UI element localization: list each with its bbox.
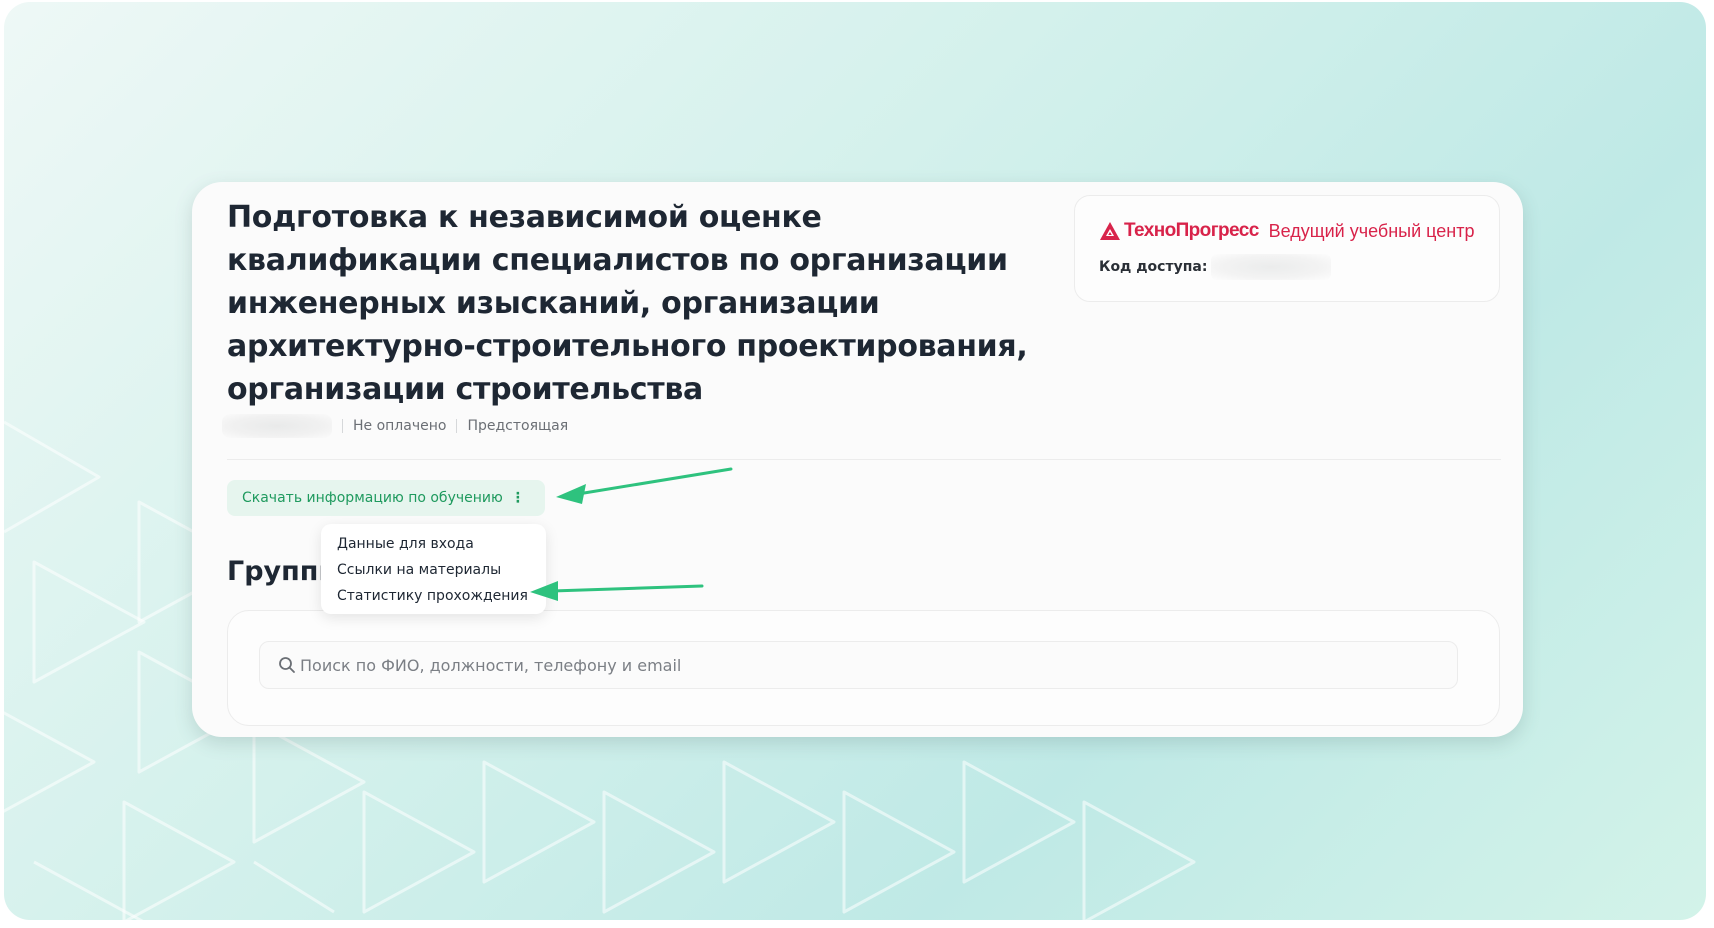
redacted-date (222, 414, 332, 438)
menu-item-completion-stats[interactable]: Статистику прохождения (321, 583, 546, 609)
provider-card: ТехноПрогресс Ведущий учебный центр Код … (1074, 195, 1500, 302)
course-card: Подготовка к независимой оценке квалифик… (192, 182, 1523, 737)
schedule-status: Предстоящая (467, 418, 569, 434)
download-info-button[interactable]: Скачать информацию по обучению ⋮ (227, 480, 545, 516)
search-icon (279, 657, 295, 673)
redacted-access-code (1211, 254, 1332, 280)
meta-separator (342, 419, 343, 433)
access-code-label: Код доступа: (1099, 259, 1208, 275)
search-input[interactable]: Поиск по ФИО, должности, телефону и emai… (259, 641, 1458, 689)
payment-status: Не оплачено (353, 418, 447, 434)
download-info-label: Скачать информацию по обучению (242, 490, 503, 506)
course-title: Подготовка к независимой оценке квалифик… (227, 200, 1028, 407)
provider-subtitle: Ведущий учебный центр (1268, 220, 1475, 241)
menu-item-login-data[interactable]: Данные для входа (321, 531, 546, 557)
download-dropdown-menu: Данные для входа Ссылки на материалы Ста… (321, 524, 546, 614)
provider-logo-text: ТехноПрогресс (1124, 220, 1259, 241)
menu-item-material-links[interactable]: Ссылки на материалы (321, 557, 546, 583)
section-divider (227, 459, 1501, 460)
course-meta: Не оплачено Предстоящая (222, 413, 568, 439)
access-code-row: Код доступа: (1099, 254, 1332, 280)
search-placeholder: Поиск по ФИО, должности, телефону и emai… (300, 655, 682, 675)
provider-logo-line: ТехноПрогресс Ведущий учебный центр (1099, 220, 1474, 242)
technoprogress-logo-icon (1100, 222, 1120, 240)
kebab-icon: ⋮ (510, 490, 525, 506)
meta-separator (456, 419, 458, 433)
groups-panel: Поиск по ФИО, должности, телефону и emai… (227, 610, 1500, 726)
